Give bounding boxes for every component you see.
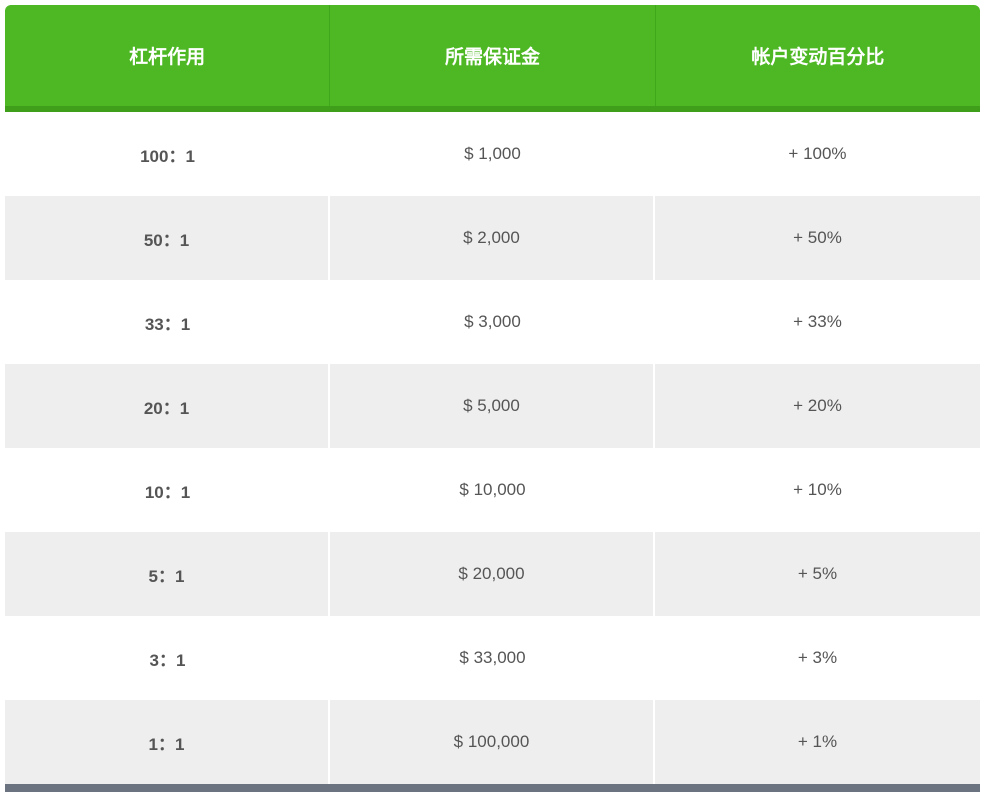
change-cell: + 33% <box>793 312 842 331</box>
table-footer-bar <box>5 784 980 792</box>
table-row: 100：1 $ 1,000 + 100% <box>5 112 980 196</box>
table-row: 33：1 $ 3,000 + 33% <box>5 280 980 364</box>
margin-cell: $ 20,000 <box>330 532 655 616</box>
margin-cell: $ 1,000 <box>464 144 521 163</box>
table-row: 5：1 $ 20,000 + 5% <box>5 532 980 616</box>
change-cell: + 1% <box>655 700 980 784</box>
margin-cell: $ 2,000 <box>330 196 655 280</box>
margin-cell: $ 33,000 <box>459 648 526 667</box>
header-required-margin: 所需保证金 <box>330 5 656 106</box>
table-row: 1：1 $ 100,000 + 1% <box>5 700 980 784</box>
table-row: 3：1 $ 33,000 + 3% <box>5 616 980 700</box>
change-cell: + 10% <box>793 480 842 499</box>
margin-cell: $ 10,000 <box>459 480 526 499</box>
change-cell: + 100% <box>788 144 847 163</box>
header-account-change-percent: 帐户变动百分比 <box>751 46 885 68</box>
leverage-cell: 33：1 <box>144 314 191 334</box>
change-cell: + 3% <box>797 648 838 667</box>
margin-cell: $ 5,000 <box>330 364 655 448</box>
change-cell: + 20% <box>655 364 980 448</box>
margin-cell: $ 3,000 <box>464 312 521 331</box>
table-row: 20：1 $ 5,000 + 20% <box>5 364 980 448</box>
leverage-cell: 10：1 <box>144 482 191 502</box>
leverage-cell: 50：1 <box>5 196 330 280</box>
table-header: 杠杆作用 所需保证金 帐户变动百分比 <box>5 5 980 112</box>
change-cell: + 50% <box>655 196 980 280</box>
leverage-cell: 1：1 <box>5 700 330 784</box>
table-row: 50：1 $ 2,000 + 50% <box>5 196 980 280</box>
leverage-cell: 100：1 <box>140 146 195 166</box>
header-leverage: 杠杆作用 <box>5 5 331 106</box>
leverage-cell: 5：1 <box>5 532 330 616</box>
margin-cell: $ 100,000 <box>330 700 655 784</box>
change-cell: + 5% <box>655 532 980 616</box>
leverage-cell: 3：1 <box>149 650 186 670</box>
leverage-table: 杠杆作用 所需保证金 帐户变动百分比 100：1 $ 1,000 + 100% … <box>5 5 980 792</box>
leverage-cell: 20：1 <box>5 364 330 448</box>
table-row: 10：1 $ 10,000 + 10% <box>5 448 980 532</box>
